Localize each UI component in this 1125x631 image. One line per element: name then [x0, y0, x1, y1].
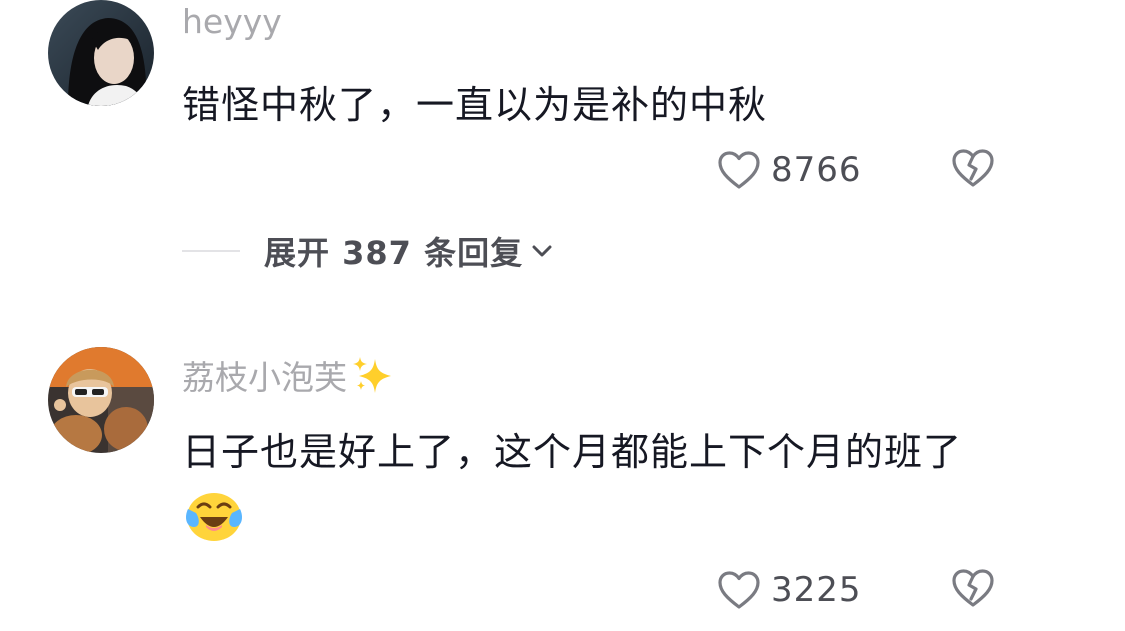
like-count: 8766	[771, 150, 862, 190]
dislike-button[interactable]	[951, 147, 995, 193]
crying-laughing-emoji-icon	[184, 487, 244, 547]
comment-item: 荔枝小泡芙 日子也是好上了，这个月都能上下个月的班了 3225	[0, 347, 1125, 631]
username[interactable]: heyyy	[182, 2, 282, 41]
comment-actions: 3225	[718, 565, 1125, 615]
chevron-down-icon	[532, 245, 552, 257]
broken-heart-icon	[952, 569, 994, 607]
comment-text: 日子也是好上了，这个月都能上下个月的班了	[182, 430, 963, 474]
divider	[182, 250, 240, 252]
comment-text: 错怪中秋了，一直以为是补的中秋	[182, 83, 768, 127]
username[interactable]: 荔枝小泡芙	[182, 351, 395, 403]
user-avatar-child-icon	[48, 347, 154, 453]
expand-replies-label: 展开 387 条回复	[264, 234, 524, 272]
user-avatar-woman-icon	[48, 0, 154, 106]
broken-heart-icon	[952, 149, 994, 187]
expand-replies-button[interactable]: 展开 387 条回复	[182, 228, 553, 274]
like-button[interactable]: 8766	[717, 145, 862, 195]
sparkles-icon	[351, 355, 395, 403]
dislike-button[interactable]	[951, 567, 995, 613]
comment-actions: 8766	[718, 145, 1125, 195]
avatar[interactable]	[48, 347, 154, 453]
username-text: 荔枝小泡芙	[182, 358, 347, 397]
heart-icon	[718, 151, 760, 189]
avatar[interactable]	[48, 0, 154, 106]
heart-icon	[718, 571, 760, 609]
like-button[interactable]: 3225	[717, 565, 862, 615]
like-count: 3225	[771, 570, 862, 610]
comment-item: heyyy 错怪中秋了，一直以为是补的中秋 8766	[0, 0, 1125, 300]
